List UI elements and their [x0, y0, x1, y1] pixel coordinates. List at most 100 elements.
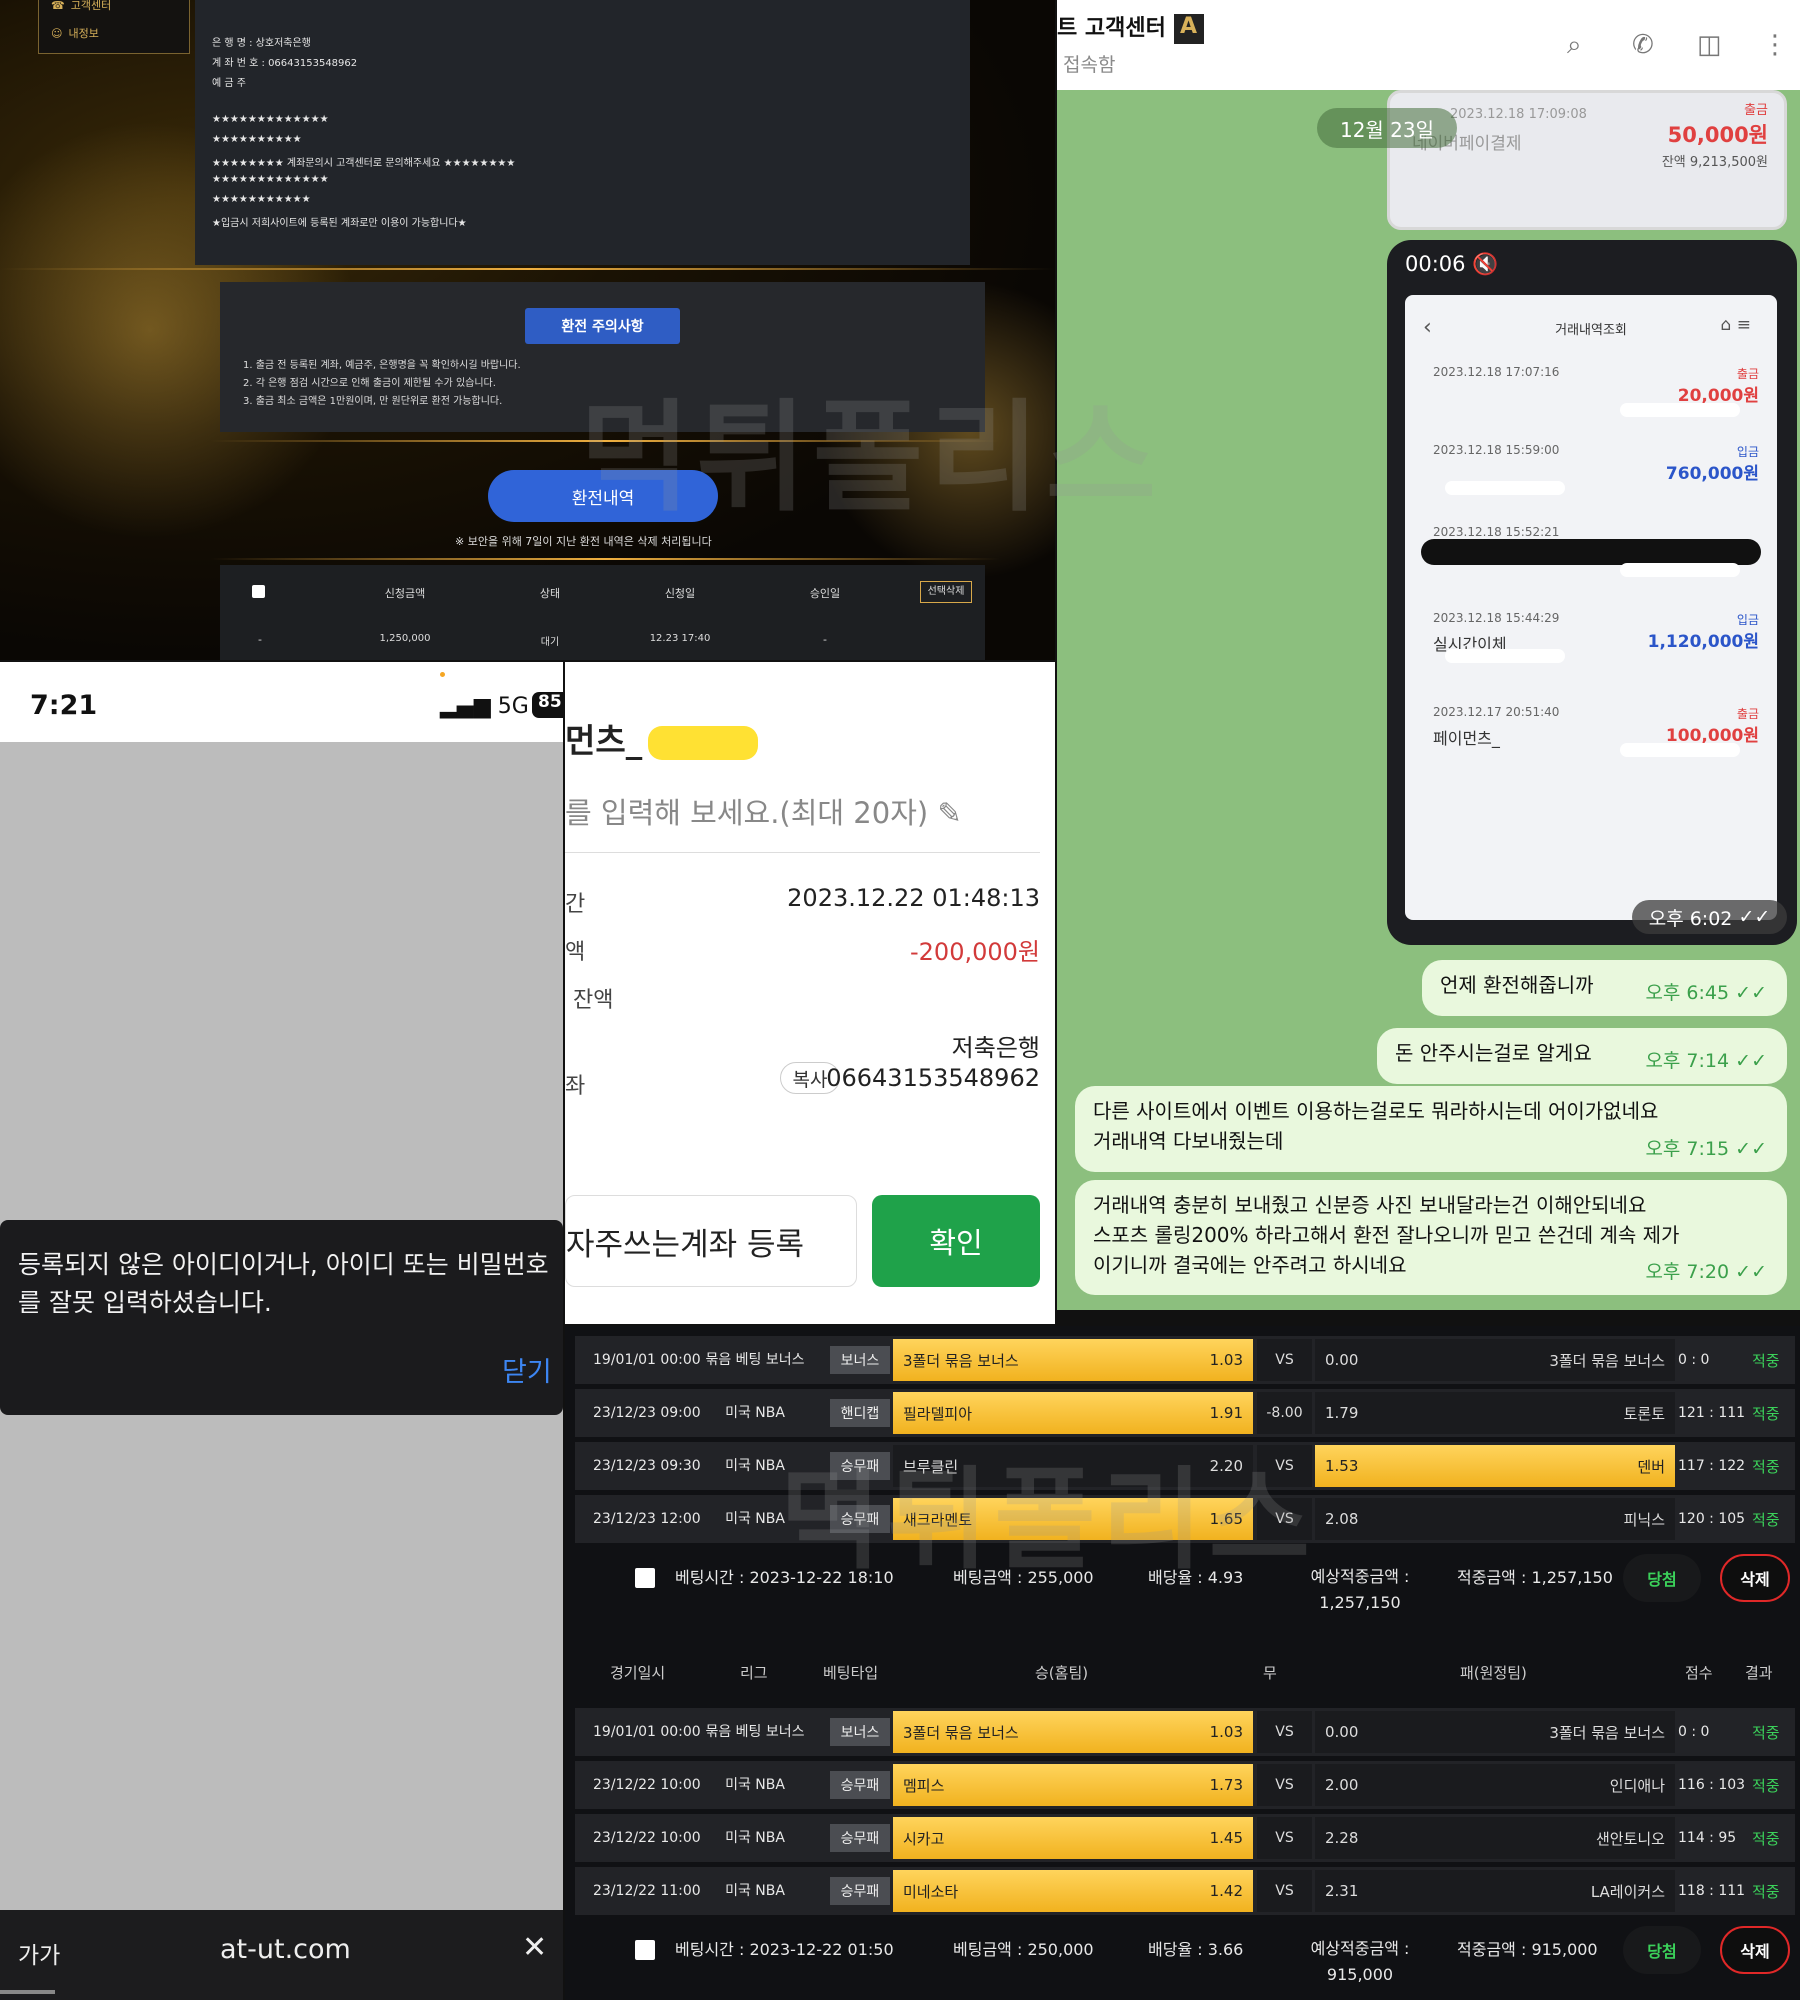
bet-type: 승무패 — [830, 1452, 890, 1480]
away-team: 샌안토니오 — [1595, 1829, 1665, 1848]
text-size-button[interactable]: 가가 — [18, 1936, 60, 1970]
away-team: 인디애나 — [1609, 1776, 1665, 1795]
register-account-button[interactable]: 자주쓰는계좌 등록 — [565, 1195, 857, 1287]
history-note: ※ 보안을 위해 7일이 지난 환전 내역은 삭제 처리됩니다 — [455, 535, 712, 548]
notice-line: ★★★★★★★★ 계좌문의시 고객센터로 문의해주세요 ★★★★★★★★ — [212, 158, 516, 169]
tx-date: 2023.12.17 20:51:40 — [1433, 705, 1560, 719]
score: 116 : 103 — [1678, 1777, 1746, 1793]
home-pick[interactable]: 새크라멘토 1.65 — [893, 1498, 1253, 1540]
mute-icon[interactable]: 🔇 — [1472, 252, 1498, 276]
score: 0 : 0 — [1678, 1724, 1710, 1740]
bank-transaction-detail: 먼츠_ 를 입력해 보세요.(최대 20자) ✎ 간 2023.12.22 01… — [565, 662, 1055, 1324]
warning-line: 2. 각 은행 점검 시간으로 인해 출금이 제한될 수가 있습니다. — [243, 378, 496, 389]
tx-type: 입금 — [1736, 613, 1759, 627]
tx-name: 페이먼츠_ — [1433, 729, 1500, 748]
handicap-or-vs: VS — [1257, 1445, 1312, 1487]
home-team: 브루클린 — [903, 1457, 959, 1476]
bank-name: 저축은행 — [951, 1034, 1040, 1062]
bet-header-cell: 리그 — [740, 1664, 768, 1682]
notice-line: ★★★★★★★★★★★ — [212, 194, 311, 205]
bet-row: 23/12/22 10:00 미국 NBA 승무패 시카고 1.45 VS 2.28 샌안토니… — [575, 1814, 1795, 1862]
bet-header-cell: 점수 — [1685, 1664, 1713, 1682]
tx-type: 출금 — [1736, 367, 1759, 381]
away-team: 피닉스 — [1623, 1510, 1665, 1529]
redaction-mark — [1620, 563, 1740, 577]
phone-icon[interactable]: ✆ — [1632, 30, 1654, 60]
bet-header-cell: 결과 — [1745, 1664, 1773, 1682]
away-pick[interactable]: 2.00 인디애나 — [1315, 1764, 1675, 1806]
select-checkbox[interactable] — [635, 1568, 655, 1588]
home-pick[interactable]: 3폴더 묶음 보너스 1.03 — [893, 1339, 1253, 1381]
home-odds: 1.73 — [1209, 1776, 1243, 1794]
bet-type: 승무패 — [830, 1771, 890, 1799]
away-pick[interactable]: 2.28 샌안토니오 — [1315, 1817, 1675, 1859]
read-check-icon: ✓✓ — [1729, 1050, 1767, 1072]
home-pick[interactable]: 3폴더 묶음 보너스 1.03 — [893, 1711, 1253, 1753]
dialog-close-button[interactable]: 닫기 — [502, 1350, 552, 1389]
redaction-mark — [1620, 743, 1740, 757]
close-icon[interactable]: ✕ — [522, 1930, 547, 1965]
score: 114 : 95 — [1678, 1830, 1737, 1846]
account-number: 계 좌 번 호 : 06643153548962 — [212, 58, 358, 69]
away-pick[interactable]: 1.79 토론토 — [1315, 1392, 1675, 1434]
tx-balance: 잔액 9,213,500원 — [1661, 155, 1768, 170]
away-pick[interactable]: 2.08 피닉스 — [1315, 1498, 1675, 1540]
home-pick[interactable]: 필라델피아 1.91 — [893, 1392, 1253, 1434]
row-check: - — [258, 633, 262, 646]
tx-type: 출금 — [1744, 103, 1768, 118]
redaction-mark — [1620, 403, 1740, 417]
chat-message[interactable]: 거래내역 충분히 보내줬고 신분증 사진 보내달라는건 이해안되네요 스포츠 롤… — [1075, 1180, 1787, 1295]
tx-date: 2023.12.18 15:52:21 — [1433, 525, 1560, 539]
home-pick[interactable]: 멤피스 1.73 — [893, 1764, 1253, 1806]
video-duration-text: 00:06 — [1405, 252, 1466, 276]
message-text: 언제 환전해줍니까 — [1440, 973, 1594, 997]
away-team: 덴버 — [1637, 1457, 1665, 1476]
select-all-checkbox[interactable] — [252, 585, 265, 598]
delete-selected-button[interactable]: 선택삭제 — [920, 581, 972, 603]
home-team: 시카고 — [903, 1829, 945, 1848]
away-odds: 2.28 — [1325, 1829, 1359, 1847]
date-pill: 12월 23일 — [1317, 108, 1457, 148]
message-time: 오후 6:45 ✓✓ — [1645, 978, 1767, 1008]
bet-row: 23/12/23 09:30 미국 NBA 승무패 브루클린 2.20 VS 1.53 덴버 1… — [575, 1442, 1795, 1490]
away-team: 3폴더 묶음 보너스 — [1549, 1351, 1665, 1370]
chat-message[interactable]: 언제 환전해줍니까 오후 6:45 ✓✓ — [1422, 960, 1787, 1016]
withdraw-warning-title: 환전 주의사항 — [525, 308, 680, 344]
divider — [565, 852, 1040, 853]
chat-message[interactable]: 돈 안주시는걸로 알게요 오후 7:14 ✓✓ — [1377, 1028, 1787, 1084]
label-amount: 액 — [565, 940, 586, 965]
home-pick[interactable]: 시카고 1.45 — [893, 1817, 1253, 1859]
away-pick[interactable]: 0.00 3폴더 묶음 보너스 — [1315, 1339, 1675, 1381]
memo-input[interactable]: 를 입력해 보세요.(최대 20자) ✎ — [565, 790, 962, 832]
confirm-button[interactable]: 확인 — [872, 1195, 1040, 1287]
read-check-icon: ✓✓ — [1729, 982, 1767, 1004]
select-checkbox[interactable] — [635, 1940, 655, 1960]
bet-type: 승무패 — [830, 1877, 890, 1905]
withdraw-history-button[interactable]: 환전내역 — [488, 470, 718, 522]
bet-row: 19/01/01 00:00 묶음 베팅 보너스 보너스 3폴더 묶음 보너스 1.03… — [575, 1708, 1795, 1756]
timestamp-text: 오후 6:02 — [1648, 907, 1733, 930]
video-message[interactable]: 00:06 🔇 ‹ 거래내역조회 ⌂ ≡ 2023.12.18 17:07:16… — [1387, 240, 1797, 945]
delete-button[interactable]: 삭제 — [1720, 1926, 1790, 1974]
home-team: 필라델피아 — [903, 1404, 973, 1423]
away-pick[interactable]: 1.53 덴버 — [1315, 1445, 1675, 1487]
chat-message[interactable]: 다른 사이트에서 이벤트 이용하는걸로도 뭐라하시는데 어이가없네요 거래내역 … — [1075, 1086, 1787, 1172]
address-bar[interactable]: at-ut.com — [220, 1934, 351, 1965]
edit-icon[interactable]: ✎ — [937, 796, 961, 830]
search-icon[interactable]: ⌕ — [1567, 30, 1582, 61]
chat-title: 트 고객센터 A — [1057, 10, 1204, 44]
sidebar-item-support[interactable]: ☎ 고객센터 — [39, 0, 189, 19]
handicap-or-vs: VS — [1257, 1711, 1312, 1753]
sidebar-item-myinfo[interactable]: ☺ 내정보 — [39, 19, 189, 47]
away-pick[interactable]: 2.31 LA레이커스 — [1315, 1870, 1675, 1912]
home-pick[interactable]: 브루클린 2.20 — [893, 1445, 1253, 1487]
status-badge: 당첨 — [1623, 1554, 1701, 1602]
account-holder: 예 금 주 — [212, 78, 246, 89]
value-amount: -200,000원 — [910, 938, 1040, 966]
read-check-icon: ✓✓ — [1738, 906, 1771, 928]
sidebar-icon[interactable]: ◫ — [1697, 30, 1722, 60]
home-pick[interactable]: 미네소타 1.42 — [893, 1870, 1253, 1912]
more-icon[interactable]: ⋮ — [1762, 30, 1788, 60]
away-pick[interactable]: 0.00 3폴더 묶음 보너스 — [1315, 1711, 1675, 1753]
delete-button[interactable]: 삭제 — [1720, 1554, 1790, 1602]
